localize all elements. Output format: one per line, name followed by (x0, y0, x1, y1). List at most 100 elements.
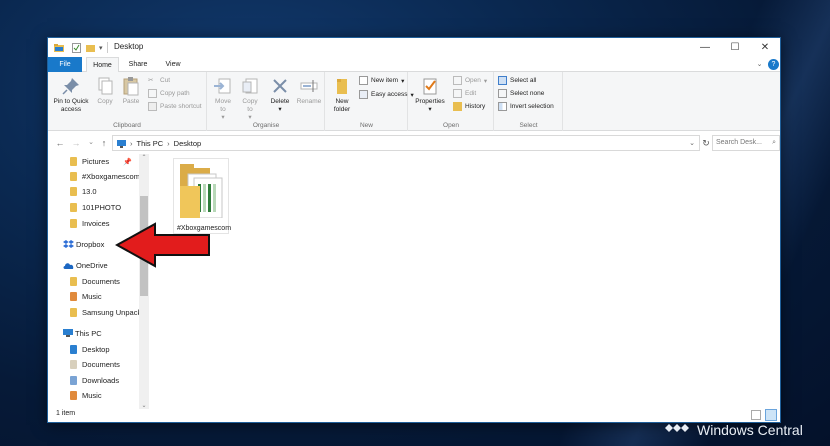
nav-item-desktop[interactable]: Desktop (70, 342, 110, 357)
edit-icon (453, 89, 462, 98)
folder-icon (70, 172, 77, 181)
nav-item-downloads[interactable]: Downloads (70, 373, 119, 388)
easy-access-button[interactable]: Easy access ▾ (359, 90, 414, 99)
new-item-label: New item (371, 77, 399, 84)
nav-item-label: Desktop (82, 345, 110, 354)
new-group: New folder New item ▾ Easy access ▾ New (326, 72, 414, 131)
nav-item-dropbox[interactable]: Dropbox (63, 237, 104, 252)
nav-item-13-0[interactable]: 13.0 (70, 184, 97, 199)
nav-item-music[interactable]: Music (70, 388, 102, 403)
navigation-pane-scrollbar[interactable]: ⌃ ⌄ (139, 154, 149, 409)
copy-icon (95, 76, 115, 96)
customize-quick-access-icon[interactable]: ▾ (99, 42, 103, 53)
tab-file[interactable]: File (48, 57, 82, 72)
folder-icon (70, 203, 77, 212)
address-dropdown-icon[interactable]: ⌄ (689, 139, 695, 147)
watermark-text: Windows Central (697, 421, 803, 438)
tab-share[interactable]: Share (123, 57, 153, 72)
nav-item-label: Invoices (82, 219, 110, 228)
scroll-up-icon[interactable]: ⌃ (139, 154, 149, 161)
folder-icon (70, 219, 77, 228)
nav-item-label: Downloads (82, 376, 120, 385)
folder-icon (70, 157, 77, 166)
nav-item-label: Music (82, 292, 102, 301)
refresh-icon[interactable]: ↻ (700, 136, 712, 150)
window-title: Desktop (114, 42, 144, 51)
breadcrumb-separator-icon: › (130, 138, 133, 148)
nav-item-label: Documents (82, 277, 120, 286)
edit-button[interactable]: Edit (453, 89, 476, 98)
this-pc-icon (63, 329, 73, 338)
select-all-button[interactable]: Select all (498, 76, 536, 85)
nav-item-onedrive-documents[interactable]: Documents (70, 274, 120, 289)
nav-item-label: #Xboxgamescom (82, 172, 140, 181)
copy-to-icon (240, 76, 260, 96)
properties-button[interactable]: Properties ▾ (413, 76, 447, 114)
folder-icon (70, 308, 77, 317)
forward-arrow-icon[interactable]: → (70, 136, 82, 150)
breadcrumb-this-pc[interactable]: This PC (137, 139, 164, 148)
maximize-button[interactable]: ☐ (720, 38, 750, 57)
properties-quick-icon[interactable] (72, 42, 81, 53)
copy-path-button[interactable]: Copy path (148, 89, 190, 98)
properties-icon (420, 76, 440, 96)
folder-thumbnail-icon (180, 164, 224, 220)
nav-item-label: Music (82, 391, 102, 400)
nav-item-samsung-unpacked[interactable]: Samsung Unpack (70, 305, 141, 320)
open-icon (453, 76, 462, 85)
move-to-label: Move to (215, 98, 231, 113)
recent-locations-icon[interactable]: ⌄ (85, 136, 97, 150)
tab-view[interactable]: View (158, 57, 188, 72)
minimize-button[interactable]: — (690, 38, 720, 57)
nav-item-this-pc[interactable]: This PC (63, 326, 102, 341)
nav-item-pictures[interactable]: Pictures 📌 (70, 154, 132, 169)
new-item-button[interactable]: New item ▾ (359, 76, 404, 85)
pin-label: Pin to Quick access (53, 98, 89, 113)
navigation-row: ← → ⌄ ↑ › This PC › Desktop ⌄ ↻ Search D… (48, 133, 780, 153)
nav-item-xboxgamescom[interactable]: #Xboxgamescom (70, 169, 140, 184)
open-dropdown-icon: ▾ (483, 77, 488, 85)
paste-shortcut-button[interactable]: Paste shortcut (148, 102, 202, 111)
move-to-button[interactable]: Move to ▾ (212, 76, 234, 122)
paste-button[interactable]: Paste (120, 76, 142, 106)
title-divider (107, 42, 108, 53)
new-item-icon (359, 76, 368, 85)
title-bar: ▾ Desktop — ☐ ✕ (48, 38, 780, 57)
new-folder-button[interactable]: New folder (330, 76, 354, 114)
nav-item-onedrive-music[interactable]: Music (70, 289, 102, 304)
nav-item-101photo[interactable]: 101PHOTO (70, 200, 121, 215)
new-folder-quick-icon[interactable] (86, 42, 95, 53)
nav-item-label: This PC (75, 329, 102, 338)
breadcrumb-desktop[interactable]: Desktop (174, 139, 202, 148)
tab-home[interactable]: Home (86, 57, 119, 73)
details-view-icon[interactable] (751, 410, 761, 420)
help-icon[interactable]: ? (768, 59, 779, 70)
move-to-dropdown-icon: ▾ (221, 114, 225, 121)
nav-item-documents[interactable]: Documents (70, 357, 120, 372)
copy-button[interactable]: Copy (95, 76, 115, 106)
this-pc-icon (117, 139, 126, 148)
paste-icon (121, 76, 141, 96)
cut-button[interactable]: ✂ Cut (148, 76, 170, 85)
history-icon (453, 102, 462, 111)
copy-to-dropdown-icon: ▾ (248, 114, 252, 121)
select-none-button[interactable]: Select none (498, 89, 544, 98)
pin-button[interactable]: Pin to Quick access (51, 76, 91, 114)
expand-ribbon-icon[interactable]: ⌄ (754, 59, 765, 70)
nav-item-invoices[interactable]: Invoices (70, 216, 110, 231)
rename-button[interactable]: Rename (296, 76, 322, 106)
copy-label: Copy (97, 98, 113, 105)
music-folder-icon (70, 391, 77, 400)
invert-selection-button[interactable]: Invert selection (498, 102, 554, 111)
delete-button[interactable]: Delete ▾ (268, 76, 292, 114)
open-button[interactable]: Open ▾ (453, 76, 487, 85)
search-input[interactable]: Search Desk... ⌕ (712, 135, 780, 151)
select-group-label: Select (519, 122, 538, 129)
close-button[interactable]: ✕ (750, 38, 780, 57)
nav-item-onedrive[interactable]: OneDrive (63, 258, 108, 273)
up-arrow-icon[interactable]: ↑ (98, 136, 110, 150)
history-button[interactable]: History (453, 102, 485, 111)
back-arrow-icon[interactable]: ← (54, 136, 66, 150)
address-bar[interactable]: › This PC › Desktop ⌄ (112, 135, 700, 151)
copy-to-button[interactable]: Copy to ▾ (239, 76, 261, 122)
